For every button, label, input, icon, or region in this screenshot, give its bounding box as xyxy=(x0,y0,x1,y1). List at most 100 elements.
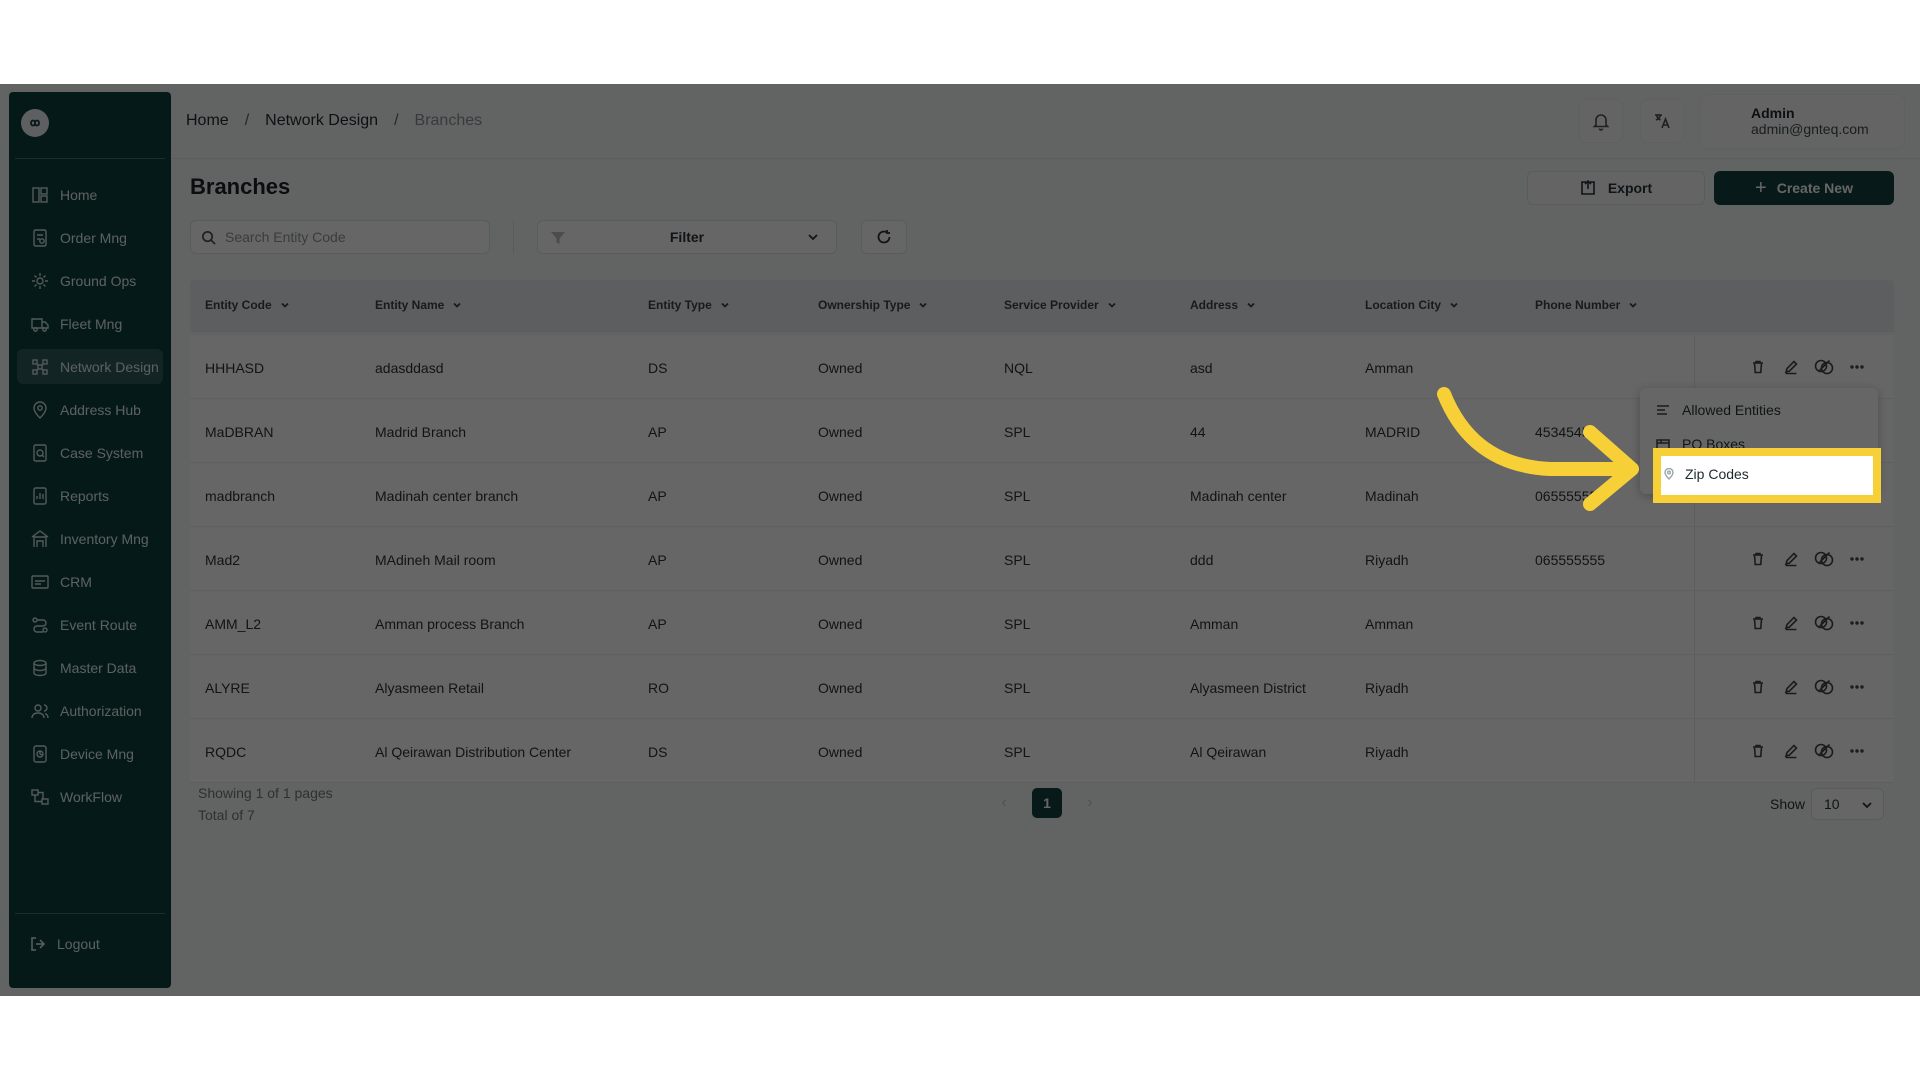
column-header-label: Service Provider xyxy=(1004,298,1099,312)
sidebar-item-reports[interactable]: Reports xyxy=(17,478,163,513)
search-icon xyxy=(202,231,216,245)
edit-button[interactable] xyxy=(1779,675,1803,699)
notifications-button[interactable] xyxy=(1579,99,1623,143)
sidebar-item-address-hub[interactable]: Address Hub xyxy=(17,392,163,427)
column-header-entity-name[interactable]: Entity Name xyxy=(375,298,462,312)
translate-icon xyxy=(1655,114,1670,129)
sidebar-nav: Home Order Mng Ground Ops Fleet Mng Network … xyxy=(17,177,163,822)
menu-item-allowed-entities[interactable]: Allowed Entities xyxy=(1656,402,1781,418)
sidebar-item-label: Fleet Mng xyxy=(60,315,123,332)
create-new-button[interactable]: + Create New xyxy=(1714,171,1894,205)
more-actions-button[interactable] xyxy=(1845,355,1869,379)
workflow-icon xyxy=(30,787,50,807)
table-cell: Owned xyxy=(818,552,863,568)
pagination: ‹ 1 › xyxy=(996,788,1098,818)
table-row[interactable]: madbranch Madinah center branch AP Owned SPL… xyxy=(190,463,1894,527)
menu-item-label: Allowed Entities xyxy=(1682,402,1781,418)
table-row[interactable]: HHHASD adasddasd DS Owned NQL asd Amman xyxy=(190,335,1894,399)
column-header-ownership-type[interactable]: Ownership Type xyxy=(818,298,928,312)
table-cell: AP xyxy=(648,488,667,504)
sidebar-item-inventory-mng[interactable]: Inventory Mng xyxy=(17,521,163,556)
row-actions xyxy=(1746,547,1878,571)
refresh-button[interactable] xyxy=(861,220,907,254)
sidebar-item-ground-ops[interactable]: Ground Ops xyxy=(17,263,163,298)
sidebar-item-network-design[interactable]: Network Design xyxy=(17,349,163,384)
sidebar-item-order-mng[interactable]: Order Mng xyxy=(17,220,163,255)
table-cell: Owned xyxy=(818,488,863,504)
table-body: HHHASD adasddasd DS Owned NQL asd Amman MaDBRAN… xyxy=(190,335,1894,783)
sidebar-item-label: Case System xyxy=(60,444,144,461)
link-button[interactable] xyxy=(1812,739,1836,763)
sidebar-item-device-mng[interactable]: Device Mng xyxy=(17,736,163,771)
filter-dropdown[interactable]: Filter xyxy=(537,220,837,254)
table-row[interactable]: RQDC Al Qeirawan Distribution Center DS Own… xyxy=(190,719,1894,783)
user-profile[interactable]: Admin admin@gnteq.com xyxy=(1700,94,1905,149)
link-button[interactable] xyxy=(1812,355,1836,379)
edit-button[interactable] xyxy=(1779,611,1803,635)
delete-button[interactable] xyxy=(1746,547,1770,571)
delete-button[interactable] xyxy=(1746,675,1770,699)
sidebar-item-authorization[interactable]: Authorization xyxy=(17,693,163,728)
breadcrumb-separator: / xyxy=(394,112,399,129)
user-email: admin@gnteq.com xyxy=(1751,121,1869,137)
edit-button[interactable] xyxy=(1779,739,1803,763)
link-button[interactable] xyxy=(1812,675,1836,699)
table-cell: RO xyxy=(648,680,669,696)
sidebar-item-crm[interactable]: CRM xyxy=(17,564,163,599)
more-actions-button[interactable] xyxy=(1845,739,1869,763)
logo-icon[interactable] xyxy=(21,109,49,137)
delete-button[interactable] xyxy=(1746,611,1770,635)
language-button[interactable] xyxy=(1640,99,1684,143)
sidebar-item-master-data[interactable]: Master Data xyxy=(17,650,163,685)
menu-item-zip-codes[interactable]: Zip Codes xyxy=(1663,466,1749,482)
sidebar-item-home[interactable]: Home xyxy=(17,177,163,212)
search-input[interactable] xyxy=(225,229,465,245)
sidebar-item-case-system[interactable]: Case System xyxy=(17,435,163,470)
delete-button[interactable] xyxy=(1746,355,1770,379)
breadcrumb-network-design[interactable]: Network Design xyxy=(265,112,378,130)
table-cell: Riyadh xyxy=(1365,744,1409,760)
column-header-address[interactable]: Address xyxy=(1190,298,1256,312)
more-actions-button[interactable] xyxy=(1845,611,1869,635)
next-page-icon[interactable]: › xyxy=(1082,788,1098,818)
sort-chevron-icon xyxy=(1108,302,1116,308)
export-button[interactable]: Export xyxy=(1527,171,1705,205)
column-header-service-provider[interactable]: Service Provider xyxy=(1004,298,1117,312)
sidebar-item-workflow[interactable]: WorkFlow xyxy=(17,779,163,814)
route-icon xyxy=(30,615,50,635)
table-row[interactable]: AMM_L2 Amman process Branch AP Owned SPL Amma… xyxy=(190,591,1894,655)
logout-button[interactable]: Logout xyxy=(29,935,100,953)
table-cell: Al Qeirawan xyxy=(1190,744,1267,760)
table-cell: HHHASD xyxy=(205,360,265,376)
edit-icon xyxy=(1783,615,1799,631)
table-cell: madbranch xyxy=(205,488,276,504)
sidebar-item-event-route[interactable]: Event Route xyxy=(17,607,163,642)
table-row[interactable]: ALYRE Alyasmeen Retail RO Owned SPL Alyasmeen… xyxy=(190,655,1894,719)
breadcrumb-home[interactable]: Home xyxy=(186,112,229,130)
table-cell: Madinah center branch xyxy=(375,488,519,504)
table-row[interactable]: MaDBRAN Madrid Branch AP Owned SPL 44 MADRID 45… xyxy=(190,399,1894,463)
edit-button[interactable] xyxy=(1779,355,1803,379)
column-header-location-city[interactable]: Location City xyxy=(1365,298,1459,312)
link-button[interactable] xyxy=(1812,611,1836,635)
edit-button[interactable] xyxy=(1779,547,1803,571)
column-header-phone-number[interactable]: Phone Number xyxy=(1535,298,1638,312)
table-cell: Mad2 xyxy=(205,552,241,568)
sort-chevron-icon xyxy=(721,302,729,308)
table-row[interactable]: Mad2 MAdineh Mail room AP Owned SPL ddd Riyadh… xyxy=(190,527,1894,591)
export-label: Export xyxy=(1607,180,1653,196)
sidebar-item-fleet-mng[interactable]: Fleet Mng xyxy=(17,306,163,341)
link-button[interactable] xyxy=(1812,547,1836,571)
table-cell: Owned xyxy=(818,680,863,696)
search-field[interactable] xyxy=(190,220,490,254)
more-actions-button[interactable] xyxy=(1845,675,1869,699)
more-actions-button[interactable] xyxy=(1845,547,1869,571)
column-header-entity-type[interactable]: Entity Type xyxy=(648,298,730,312)
page-size-select[interactable]: 10 xyxy=(1811,788,1884,820)
column-header-entity-code[interactable]: Entity Code xyxy=(205,298,290,312)
branches-table: Entity Code Entity Name Entity Type Ownersh… xyxy=(190,280,1894,783)
delete-button[interactable] xyxy=(1746,739,1770,763)
page-number-button[interactable]: 1 xyxy=(1032,788,1062,818)
prev-page-icon[interactable]: ‹ xyxy=(996,788,1012,818)
logout-label: Logout xyxy=(57,936,100,952)
